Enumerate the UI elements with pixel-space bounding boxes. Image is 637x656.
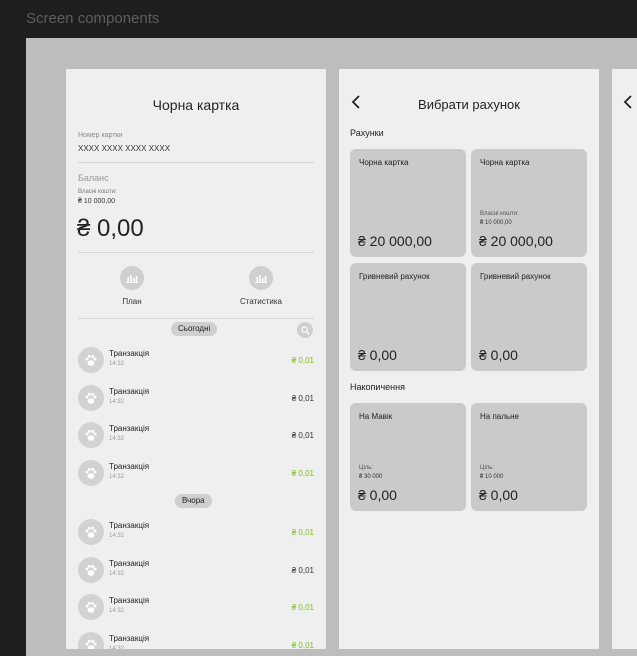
transaction-time: 14:32 (109, 646, 125, 649)
card-screen: Чорна картка Номер картки XXXX XXXX XXXX… (66, 69, 326, 649)
account-name: Чорна картка (480, 158, 530, 167)
goal-label: Ціль: (359, 465, 374, 471)
transaction-row[interactable]: Транзакція 14:32 ₴ 0,01 (78, 459, 314, 489)
own-funds-value: ₴ 10 000,00 (78, 198, 115, 205)
transaction-time: 14:32 (109, 474, 125, 480)
date-group-today: Сьогодні (171, 322, 218, 336)
transaction-amount: ₴ 0,01 (291, 566, 314, 575)
paw-icon (78, 632, 104, 649)
transaction-name: Транзакція (109, 462, 150, 471)
select-account-screen: Вибрати рахунок Рахунки Чорна картка ₴ 2… (339, 69, 599, 649)
chevron-left-icon (623, 95, 632, 109)
paw-icon (78, 385, 104, 411)
bar-chart-icon (120, 266, 144, 290)
transaction-amount: ₴ 0,01 (291, 641, 314, 649)
account-card[interactable]: Чорна картка Власні кошти: ₴ 10 000,00 ₴… (471, 149, 587, 257)
paw-icon (78, 557, 104, 583)
transaction-row[interactable]: Транзакція 14:32 ₴ 0,01 (78, 346, 314, 376)
transaction-name: Транзакція (109, 424, 150, 433)
paw-icon (78, 594, 104, 620)
card-number-value: XXXX XXXX XXXX XXXX (78, 144, 171, 153)
own-funds-value: ₴ 10 000,00 (480, 220, 512, 226)
back-button[interactable] (623, 95, 633, 114)
transaction-amount: ₴ 0,01 (291, 394, 314, 403)
screen-title: Вибрати рахунок (418, 97, 520, 112)
divider (78, 252, 314, 253)
savings-card[interactable]: На Мавік Ціль: ₴ 30 000 ₴ 0,00 (350, 403, 466, 511)
plan-label: План (122, 297, 142, 306)
plan-button[interactable]: План (92, 266, 172, 306)
account-card[interactable]: Гривневий рахунок ₴ 0,00 (350, 263, 466, 371)
balance-value: ₴ 0,00 (77, 215, 144, 242)
transaction-name: Транзакція (109, 521, 150, 530)
transaction-row[interactable]: Транзакція 14:32 ₴ 0,01 (78, 421, 314, 451)
transaction-amount: ₴ 0,01 (291, 431, 314, 440)
paw-icon (78, 460, 104, 486)
design-canvas: Чорна картка Номер картки XXXX XXXX XXXX… (26, 38, 637, 656)
screen-title: Чорна картка (152, 97, 240, 113)
account-card[interactable]: Чорна картка ₴ 20 000,00 (350, 149, 466, 257)
transaction-name: Транзакція (109, 596, 150, 605)
accounts-section-title: Рахунки (350, 128, 384, 138)
transaction-amount: ₴ 0,01 (291, 603, 314, 612)
search-button[interactable] (297, 322, 313, 338)
transaction-row[interactable]: Транзакція 14:32 ₴ 0,01 (78, 384, 314, 414)
transaction-row[interactable]: Транзакція 14:32 ₴ 0,01 (78, 593, 314, 623)
savings-card[interactable]: На пальне Ціль: ₴ 10 000 ₴ 0,00 (471, 403, 587, 511)
transaction-name: Транзакція (109, 387, 150, 396)
divider (78, 162, 314, 163)
goal-label: Ціль: (480, 465, 495, 471)
savings-name: На Мавік (359, 412, 393, 421)
account-amount: ₴ 20 000,00 (358, 233, 432, 249)
date-group-yesterday: Вчора (175, 494, 212, 508)
paw-icon (78, 519, 104, 545)
transaction-name: Транзакція (109, 559, 150, 568)
savings-amount: ₴ 0,00 (479, 487, 518, 503)
own-funds-label: Власні кошти: (480, 211, 519, 217)
transaction-amount: ₴ 0,01 (291, 356, 314, 365)
balance-label: Баланс (78, 173, 109, 183)
divider (78, 318, 314, 319)
savings-amount: ₴ 0,00 (358, 487, 397, 503)
transaction-name: Транзакція (109, 349, 150, 358)
transaction-row[interactable]: Транзакція 14:32 ₴ 0,01 (78, 631, 314, 649)
next-screen-partial (612, 69, 637, 649)
transaction-name: Транзакція (109, 634, 150, 643)
transaction-time: 14:32 (109, 608, 125, 614)
bar-chart-icon (249, 266, 273, 290)
account-name: Гривневий рахунок (480, 272, 551, 281)
transaction-time: 14:32 (109, 436, 125, 442)
account-amount: ₴ 0,00 (479, 347, 518, 363)
card-number-label: Номер картки (78, 132, 123, 139)
goal-value: ₴ 10 000 (480, 474, 504, 480)
paw-icon (78, 422, 104, 448)
transaction-time: 14:32 (109, 361, 125, 367)
transaction-time: 14:32 (109, 399, 125, 405)
screen-components-title: Screen components (26, 10, 160, 27)
transaction-amount: ₴ 0,01 (291, 528, 314, 537)
transaction-row[interactable]: Транзакція 14:32 ₴ 0,01 (78, 556, 314, 586)
account-name: Чорна картка (359, 158, 409, 167)
savings-section-title: Накопичення (350, 382, 405, 392)
savings-name: На пальне (480, 412, 519, 421)
paw-icon (78, 347, 104, 373)
statistics-label: Статистика (239, 297, 282, 306)
own-funds-label: Власні кошти: (78, 189, 117, 195)
transaction-time: 14:32 (109, 571, 125, 577)
statistics-button[interactable]: Статистика (221, 266, 301, 306)
transaction-time: 14:32 (109, 533, 125, 539)
transaction-amount: ₴ 0,01 (291, 469, 314, 478)
account-amount: ₴ 0,00 (358, 347, 397, 363)
account-amount: ₴ 20 000,00 (479, 233, 553, 249)
account-name: Гривневий рахунок (359, 272, 430, 281)
search-icon (300, 325, 310, 335)
account-card[interactable]: Гривневий рахунок ₴ 0,00 (471, 263, 587, 371)
transaction-row[interactable]: Транзакція 14:32 ₴ 0,01 (78, 518, 314, 548)
goal-value: ₴ 30 000 (359, 474, 383, 480)
